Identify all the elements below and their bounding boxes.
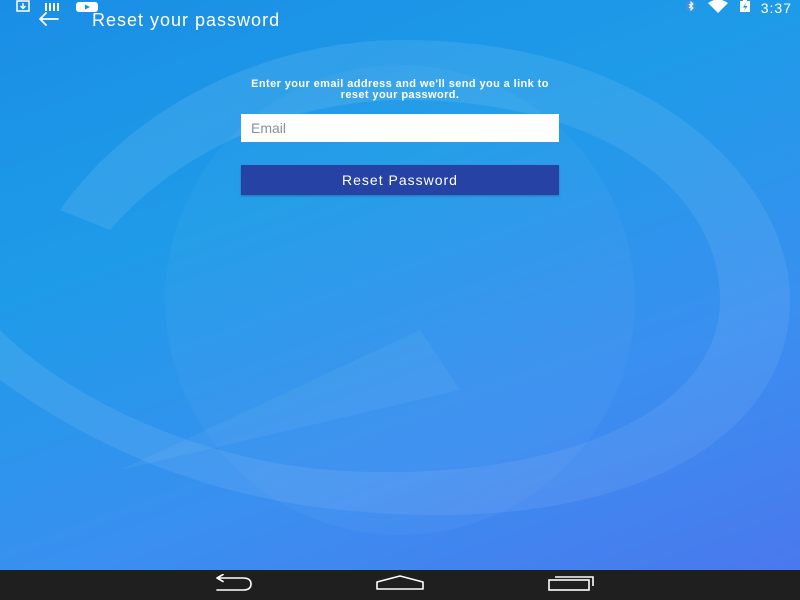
email-field[interactable] <box>241 114 559 142</box>
app-screen: 3:37 Reset your password Enter your emai… <box>0 0 800 570</box>
page-title: Reset your password <box>92 10 281 30</box>
back-icon <box>207 573 253 597</box>
back-button[interactable] <box>36 10 60 32</box>
navigation-bar <box>0 570 800 600</box>
nav-back-button[interactable] <box>200 570 260 600</box>
nav-home-button[interactable] <box>370 570 430 600</box>
reset-password-button[interactable]: Reset Password <box>241 165 559 195</box>
arrow-left-icon <box>37 11 59 32</box>
recents-icon <box>547 575 595 596</box>
app-bar: Reset your password <box>0 8 800 34</box>
nav-recents-button[interactable] <box>541 570 601 600</box>
instructions-text: Enter your email address and we'll send … <box>251 78 549 101</box>
home-icon <box>375 574 425 596</box>
reset-password-form: Enter your email address and we'll send … <box>240 78 560 195</box>
